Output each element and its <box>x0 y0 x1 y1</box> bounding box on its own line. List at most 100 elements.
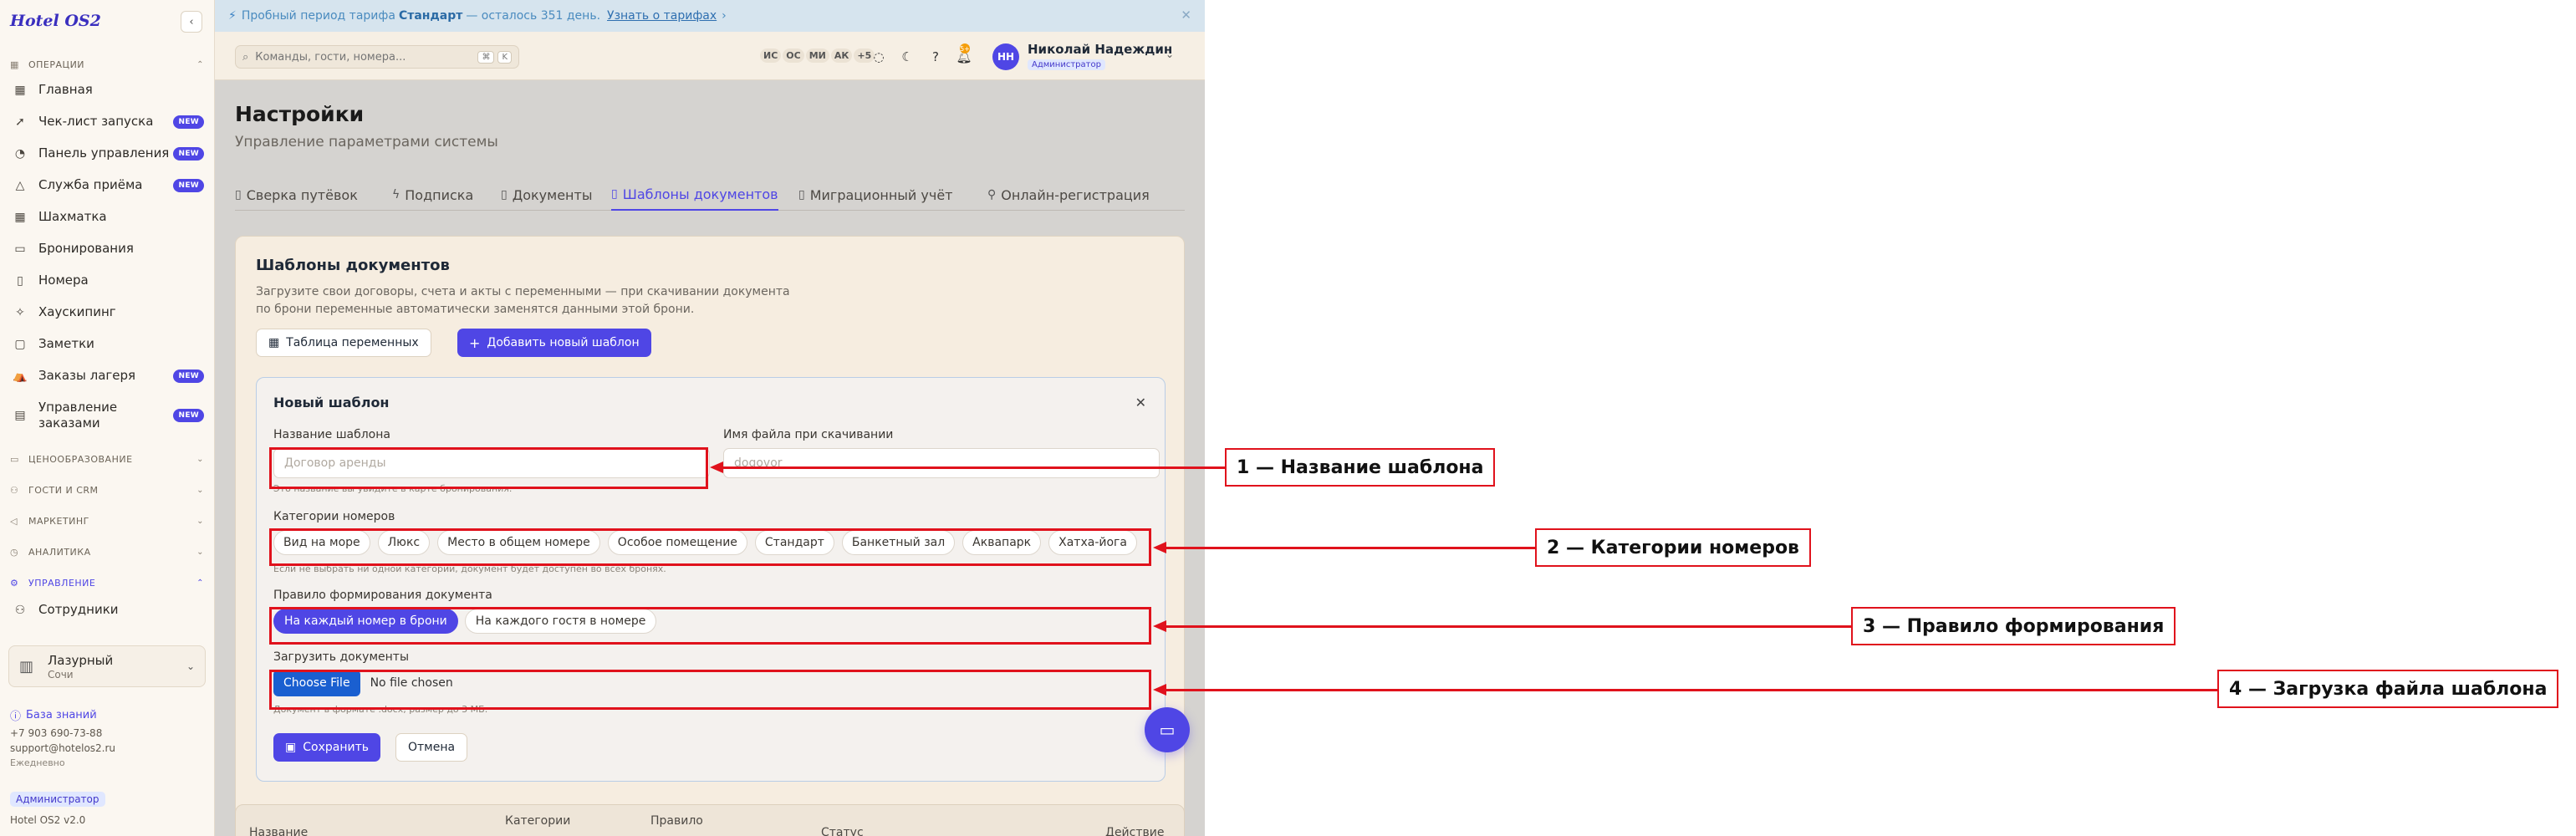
tab-voucher-reconciliation[interactable]: ▯ Сверка путёвок <box>235 179 358 211</box>
dashboard-icon: ▦ <box>14 83 26 97</box>
presence-avatar: АК <box>830 48 853 63</box>
top-header: ⌕ ⌘ K ИС ОС МИ АК +5 ◌ ☾ ? 🔔︎ 5+ НН Нико… <box>215 32 1205 80</box>
sidebar-section-pricing[interactable]: ▭ ЦЕНООБРАЗОВАНИЕ ⌄ <box>10 450 204 468</box>
sidebar-item-control-panel[interactable]: ◔ Панель управления NEW <box>12 145 204 161</box>
sidebar-item-label: Номера <box>38 273 89 288</box>
sidebar: Hotel OS2 ‹ ▦ ОПЕРАЦИИ ⌃ ▦ Главная ➚ Чек… <box>0 0 215 836</box>
chevron-down-icon[interactable]: ⌄ <box>1166 48 1174 60</box>
highlight-file-upload <box>269 670 1151 710</box>
sidebar-section-label: ОПЕРАЦИИ <box>28 59 85 70</box>
add-template-button[interactable]: + Добавить новый шаблон <box>457 329 651 357</box>
sidebar-section-operations[interactable]: ▦ ОПЕРАЦИИ ⌃ <box>10 55 204 74</box>
chat-button[interactable]: ▭ <box>1145 707 1190 752</box>
user-avatar[interactable]: НН <box>992 43 1019 70</box>
button-label: Сохранить <box>303 741 369 754</box>
bolt-icon: ϟ <box>392 188 400 201</box>
rocket-icon: ➚ <box>15 115 25 129</box>
sidebar-item-front-desk[interactable]: △ Служба приёма NEW <box>12 177 204 193</box>
chevron-down-icon: ⌄ <box>186 660 195 672</box>
sidebar-item-launch-checklist[interactable]: ➚ Чек-лист запуска NEW <box>12 114 204 130</box>
sidebar-item-camp-orders[interactable]: ⛺ Заказы лагеря NEW <box>12 368 204 384</box>
app-window: Hotel OS2 ‹ ▦ ОПЕРАЦИИ ⌃ ▦ Главная ➚ Чек… <box>0 0 1205 836</box>
callout-label-template-name: 1 — Название шаблона <box>1225 448 1496 487</box>
settings-tabs: ▯ Сверка путёвок ϟ Подписка ▯ Документы … <box>235 179 1185 211</box>
app-version: Hotel OS2 v2.0 <box>10 814 86 826</box>
column-header: Название <box>249 826 309 836</box>
book-icon: ▭ <box>14 242 26 256</box>
save-button[interactable]: ▣ Сохранить <box>273 733 380 762</box>
template-name-label: Название шаблона <box>273 428 390 441</box>
tab-migration-registration[interactable]: ▯ Миграционный учёт <box>798 179 953 211</box>
sidebar-item-housekeeping[interactable]: ✧ Хаускипинг <box>12 304 204 320</box>
tab-subscription[interactable]: ϟ Подписка <box>392 179 473 211</box>
close-icon[interactable]: ✕ <box>1181 8 1191 23</box>
support-phone[interactable]: +7 903 690-73-88 <box>10 727 102 739</box>
moon-icon[interactable]: ☾ <box>897 47 917 67</box>
online-users[interactable]: ИС ОС МИ АК +5 <box>760 48 875 63</box>
new-badge: NEW <box>173 369 204 383</box>
brand-logo[interactable]: Hotel OS2 <box>10 12 101 30</box>
document-check-icon: ▯ <box>235 188 242 201</box>
sidebar-section-management[interactable]: ⚙ УПРАВЛЕНИЕ ⌃ <box>10 573 204 592</box>
note-icon: ▢ <box>14 337 26 351</box>
knowledge-base-label: База знаний <box>26 709 97 721</box>
document-list-icon: ▯ <box>798 188 805 201</box>
variables-table-button[interactable]: ▦ Таблица переменных <box>256 329 431 357</box>
sidebar-section-guests-crm[interactable]: ⚇ ГОСТИ И CRM ⌄ <box>10 481 204 499</box>
templates-table: Название Категории Правило Статус Действ… <box>235 804 1185 836</box>
sidebar-item-home[interactable]: ▦ Главная <box>12 82 204 98</box>
callout-label-file-upload: 4 — Загрузка файла шаблона <box>2217 670 2559 708</box>
sidebar-section-analytics[interactable]: ◷ АНАЛИТИКА ⌄ <box>10 543 204 561</box>
user-name[interactable]: Николай Надеждин <box>1028 42 1172 57</box>
new-badge: NEW <box>173 115 204 129</box>
sidebar-item-employees[interactable]: ⚇ Сотрудники <box>12 602 204 618</box>
sidebar-item-label: Бронирования <box>38 241 134 256</box>
sidebar-item-chessboard[interactable]: ▦ Шахматка <box>12 209 204 225</box>
banner-pricing-link[interactable]: Узнать о тарифах <box>607 9 717 23</box>
bell-icon: △ <box>15 178 25 192</box>
close-icon[interactable]: ✕ <box>1135 395 1146 410</box>
broom-icon: ✧ <box>15 305 25 319</box>
filename-input[interactable] <box>723 448 1160 478</box>
notification-badge: 5+ <box>960 43 970 54</box>
knowledge-base-link[interactable]: ⓘ База знаний <box>10 707 97 723</box>
button-label: Добавить новый шаблон <box>487 336 640 349</box>
hotel-city: Сочи <box>48 668 74 681</box>
button-label: Таблица переменных <box>286 336 419 349</box>
banner-plan: Стандарт <box>398 9 463 23</box>
highlight-generation-rule <box>269 607 1151 645</box>
tab-document-templates[interactable]: ▯ Шаблоны документов <box>611 179 778 211</box>
page-title: Настройки <box>235 102 365 126</box>
filename-label: Имя файла при скачивании <box>723 428 894 441</box>
users-icon: ⚇ <box>10 484 19 496</box>
hotel-switcher[interactable]: ▥ Лазурный Сочи ⌄ <box>8 645 206 687</box>
cancel-button[interactable]: Отмена <box>395 733 468 762</box>
tab-documents[interactable]: ▯ Документы <box>501 179 592 211</box>
role-badge: Администратор <box>10 792 105 807</box>
column-header: Правило <box>650 814 703 828</box>
hotel-name: Лазурный <box>48 652 114 668</box>
sidebar-item-rooms[interactable]: ▯ Номера <box>12 273 204 288</box>
sidebar-section-marketing[interactable]: ◁ МАРКЕТИНГ ⌄ <box>10 512 204 530</box>
command-search[interactable]: ⌕ ⌘ K <box>235 45 519 69</box>
tent-icon: ⛺ <box>13 369 28 383</box>
sidebar-item-bookings[interactable]: ▭ Бронирования <box>12 241 204 257</box>
search-input[interactable] <box>255 50 475 64</box>
panel-title: Шаблоны документов <box>256 257 450 274</box>
tab-label: Подписка <box>405 186 474 203</box>
callout-line <box>721 466 1225 469</box>
form-title: Новый шаблон <box>273 395 390 410</box>
tab-label: Миграционный учёт <box>809 186 953 203</box>
chevron-left-icon: ‹ <box>189 15 194 28</box>
clipboard-icon: ▤ <box>14 409 26 422</box>
palette-icon[interactable]: ◌ <box>869 47 889 67</box>
sidebar-collapse-button[interactable]: ‹ <box>181 11 202 33</box>
sidebar-item-notes[interactable]: ▢ Заметки <box>12 336 204 352</box>
tab-online-registration[interactable]: ⚲ Онлайн-регистрация <box>987 179 1150 211</box>
support-email[interactable]: support@hotelos2.ru <box>10 742 115 754</box>
sidebar-item-label: Сотрудники <box>38 602 119 617</box>
sidebar-item-order-management[interactable]: ▤ Управление заказами NEW <box>12 400 204 431</box>
help-icon[interactable]: ? <box>926 47 946 67</box>
callout-label-generation-rule: 3 — Правило формирования <box>1851 607 2176 645</box>
categories-label: Категории номеров <box>273 510 395 523</box>
